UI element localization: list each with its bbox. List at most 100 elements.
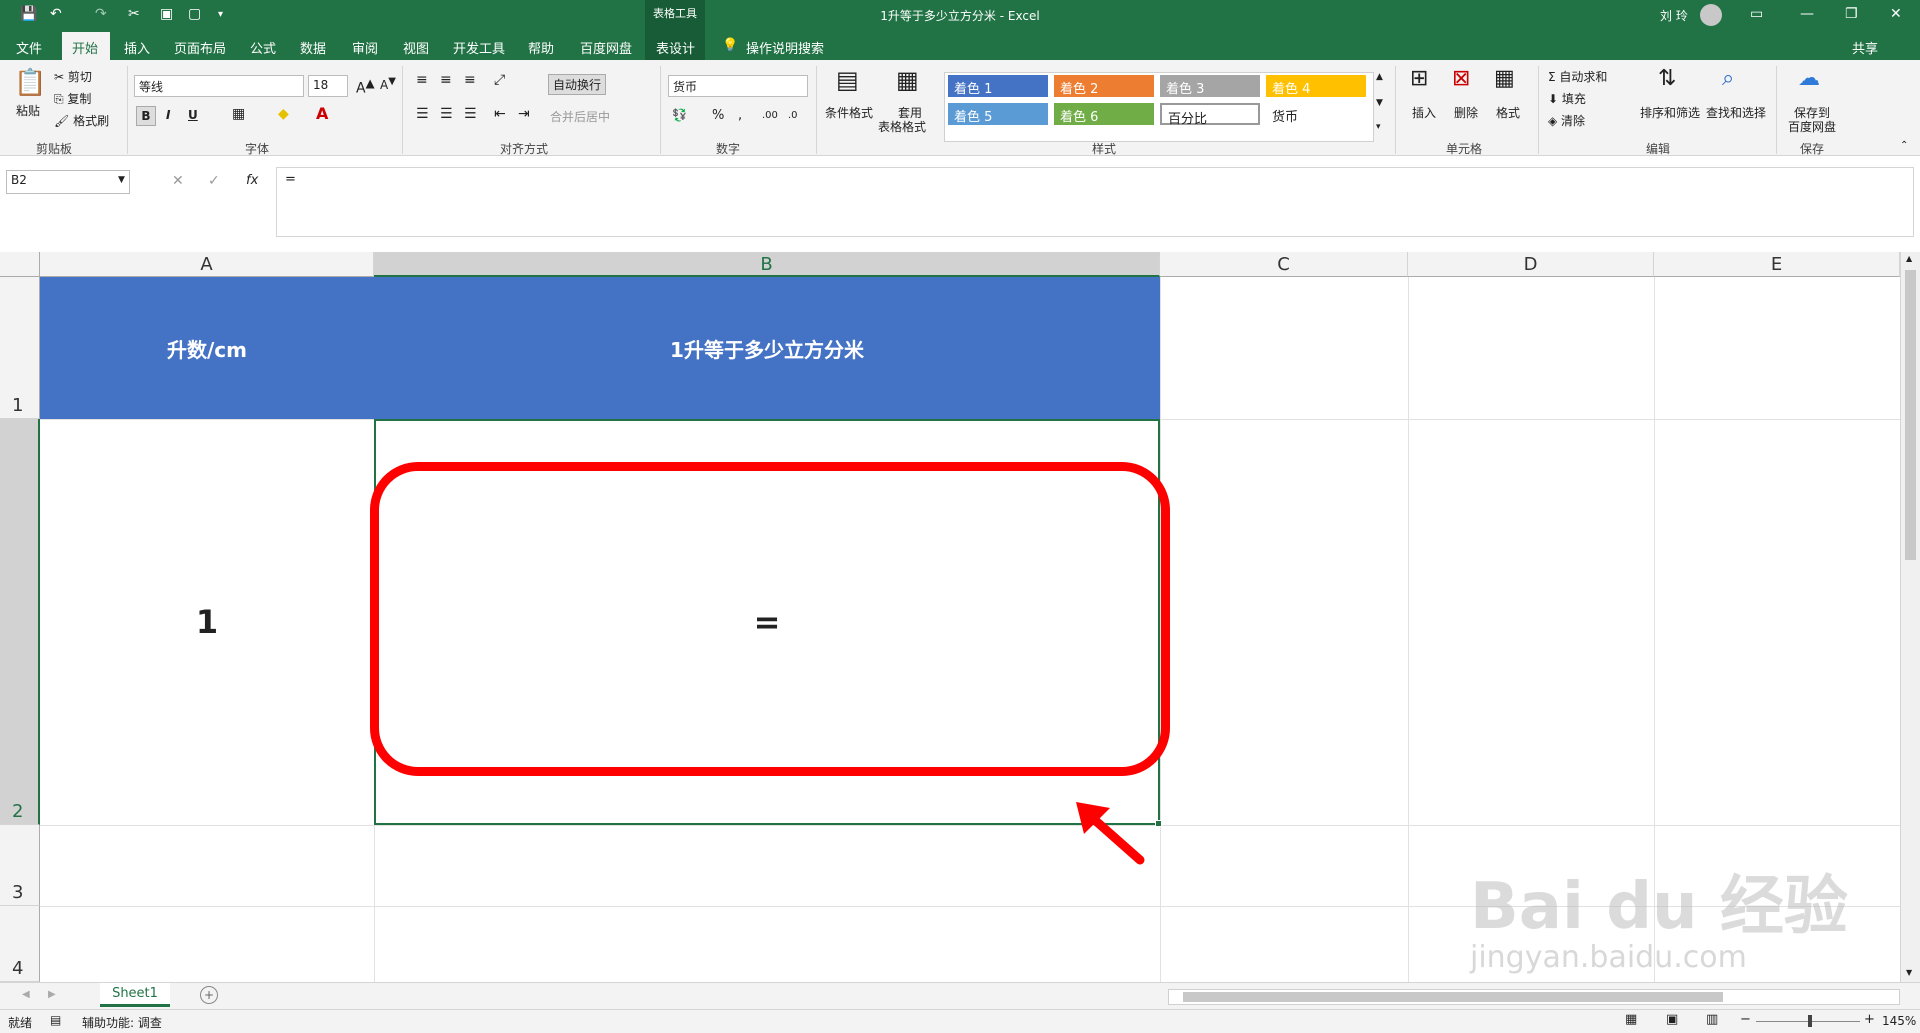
gallery-expand-icon[interactable]: ▾ <box>1376 122 1381 132</box>
percent-icon[interactable]: % <box>712 108 724 123</box>
bold-button[interactable]: B <box>136 106 156 126</box>
tab-page-layout[interactable]: 页面布局 <box>174 38 226 57</box>
conditional-format-icon[interactable]: ▤ <box>836 66 859 94</box>
column-header-c[interactable]: C <box>1160 252 1408 277</box>
wrap-text-button[interactable]: 自动换行 <box>548 74 607 95</box>
save-to-netdisk-line2[interactable]: 百度网盘 <box>1788 118 1836 135</box>
fill-handle[interactable] <box>1155 820 1162 827</box>
redo-icon[interactable]: ↷ <box>95 6 107 22</box>
formula-input[interactable]: = <box>276 167 1914 237</box>
style-accent-4[interactable]: 着色 4 <box>1266 75 1366 97</box>
paste-button[interactable]: 粘贴 <box>16 102 40 119</box>
tab-file[interactable]: 文件 <box>16 38 42 57</box>
next-sheet-icon[interactable]: ▶ <box>48 989 56 1000</box>
close-icon[interactable]: ✕ <box>1890 6 1902 22</box>
insert-function-icon[interactable]: fx <box>246 173 258 188</box>
save-icon[interactable]: 💾 <box>20 6 37 22</box>
save-as-icon[interactable]: ▣ <box>160 6 173 22</box>
prev-sheet-icon[interactable]: ◀ <box>22 989 30 1000</box>
cancel-icon[interactable]: ✕ <box>172 173 184 189</box>
delete-cells-icon[interactable]: ⊠ <box>1452 66 1470 91</box>
style-accent-1[interactable]: 着色 1 <box>948 75 1048 97</box>
add-sheet-icon[interactable]: + <box>200 986 218 1004</box>
cut-qa-icon[interactable]: ✂ <box>128 6 140 22</box>
decrease-decimal-icon[interactable]: .0 <box>788 110 798 121</box>
align-center-icon[interactable]: ☰ <box>440 106 453 122</box>
style-percent[interactable]: 百分比 <box>1160 103 1260 127</box>
align-top-icon[interactable]: ≡ <box>416 72 428 88</box>
autosum-button[interactable]: Σ 自动求和 <box>1548 68 1607 85</box>
tab-formulas[interactable]: 公式 <box>250 38 276 57</box>
tab-baidu-netdisk[interactable]: 百度网盘 <box>580 38 632 57</box>
name-box[interactable]: B2 <box>6 170 130 194</box>
cell-a1[interactable]: 升数/cm <box>40 277 374 419</box>
row-header-2[interactable]: 2 <box>0 419 40 825</box>
minimize-icon[interactable]: — <box>1800 6 1814 22</box>
tab-table-design[interactable]: 表设计 <box>656 38 695 57</box>
sort-filter-icon[interactable]: ⇅ <box>1658 66 1676 91</box>
select-all-corner[interactable] <box>0 252 40 277</box>
name-box-dropdown-icon[interactable]: ▼ <box>118 175 125 185</box>
paste-icon[interactable]: 📋 <box>14 68 46 98</box>
zoom-slider-thumb[interactable] <box>1808 1015 1812 1027</box>
customize-qa-icon[interactable]: ▾ <box>218 9 223 20</box>
tab-review[interactable]: 审阅 <box>352 38 378 57</box>
align-left-icon[interactable]: ☰ <box>416 106 429 122</box>
macro-record-icon[interactable]: ▤ <box>50 1013 61 1027</box>
tab-view[interactable]: 视图 <box>403 38 429 57</box>
font-size-select[interactable]: 18 <box>308 75 348 97</box>
style-accent-2[interactable]: 着色 2 <box>1054 75 1154 97</box>
collapse-ribbon-icon[interactable]: ⌃ <box>1900 140 1908 151</box>
style-accent-3[interactable]: 着色 3 <box>1160 75 1260 97</box>
conditional-format-button[interactable]: 条件格式 <box>825 104 873 121</box>
enter-icon[interactable]: ✓ <box>208 173 220 189</box>
decrease-font-icon[interactable]: A▼ <box>380 76 396 92</box>
merge-center-button[interactable]: 合并后居中 <box>550 108 610 125</box>
ribbon-options-icon[interactable]: ▭ <box>1750 6 1763 22</box>
cell-b1[interactable]: 1升等于多少立方分米 <box>374 277 1160 419</box>
vertical-scrollbar[interactable]: ▲ ▼ <box>1900 252 1920 982</box>
gallery-scroll-down-icon[interactable]: ▼ <box>1376 98 1383 108</box>
row-header-3[interactable]: 3 <box>0 825 40 906</box>
fill-button[interactable]: ⬇ 填充 <box>1548 90 1586 107</box>
tab-data[interactable]: 数据 <box>300 38 326 57</box>
tell-me-search[interactable]: 操作说明搜索 <box>746 38 824 57</box>
page-layout-view-icon[interactable]: ▣ <box>1666 1012 1678 1027</box>
cell-a2[interactable]: 1 <box>40 419 374 825</box>
cut-button[interactable]: ✂ 剪切 <box>54 68 92 85</box>
column-header-d[interactable]: D <box>1408 252 1654 277</box>
column-header-b[interactable]: B <box>374 252 1160 277</box>
page-break-view-icon[interactable]: ▥ <box>1706 1012 1718 1027</box>
scroll-down-icon[interactable]: ▼ <box>1906 968 1912 977</box>
find-select-icon[interactable]: ⌕ <box>1722 66 1734 91</box>
indent-increase-icon[interactable]: ⇥ <box>518 106 530 122</box>
italic-button[interactable]: I <box>166 108 170 122</box>
copy-button[interactable]: ⎘ 复制 <box>54 90 91 107</box>
horizontal-scroll-thumb[interactable] <box>1183 992 1723 1002</box>
comma-icon[interactable]: , <box>738 108 742 123</box>
column-header-e[interactable]: E <box>1654 252 1900 277</box>
format-painter-button[interactable]: 🖌 格式刷 <box>54 112 109 129</box>
restore-icon[interactable]: ❐ <box>1845 6 1858 22</box>
insert-cells-button[interactable]: 插入 <box>1412 104 1436 121</box>
row-header-4[interactable]: 4 <box>0 906 40 982</box>
table-format-button-line2[interactable]: 表格格式 <box>878 118 926 135</box>
horizontal-scrollbar[interactable] <box>1168 989 1900 1005</box>
zoom-out-icon[interactable]: − <box>1740 1012 1751 1027</box>
accessibility-status[interactable]: 辅助功能: 调查 <box>82 1014 162 1031</box>
zoom-level[interactable]: 145% <box>1882 1014 1916 1028</box>
accounting-icon[interactable]: 💱 <box>672 108 687 122</box>
style-accent-5[interactable]: 着色 5 <box>948 103 1048 125</box>
clear-button[interactable]: ◈ 清除 <box>1548 112 1585 129</box>
find-select-button[interactable]: 查找和选择 <box>1706 104 1766 121</box>
underline-button[interactable]: U <box>188 108 198 122</box>
baidu-cloud-icon[interactable]: ☁ <box>1798 66 1820 91</box>
format-cells-icon[interactable]: ▦ <box>1494 66 1515 91</box>
normal-view-icon[interactable]: ▦ <box>1625 1012 1637 1027</box>
table-format-icon[interactable]: ▦ <box>896 66 919 94</box>
tab-developer[interactable]: 开发工具 <box>453 38 505 57</box>
style-accent-6[interactable]: 着色 6 <box>1054 103 1154 125</box>
vertical-scroll-thumb[interactable] <box>1905 270 1916 560</box>
align-bottom-icon[interactable]: ≡ <box>464 72 476 88</box>
style-currency[interactable]: 货币 <box>1266 103 1366 125</box>
